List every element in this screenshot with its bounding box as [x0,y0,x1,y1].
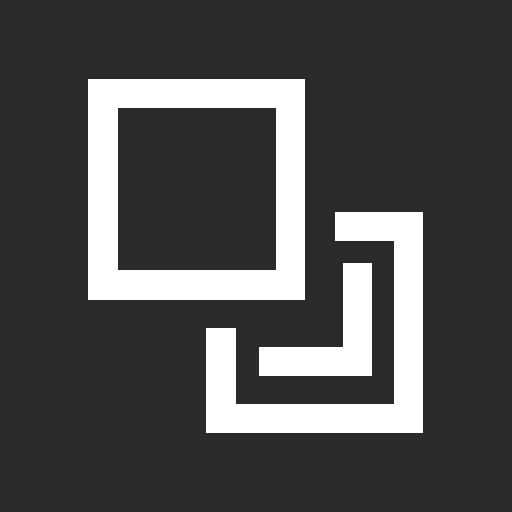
front-square-outline [88,79,305,300]
icon-canvas [0,0,512,512]
arrange-send-backward-icon [88,79,423,433]
back-square-outline [206,212,423,433]
